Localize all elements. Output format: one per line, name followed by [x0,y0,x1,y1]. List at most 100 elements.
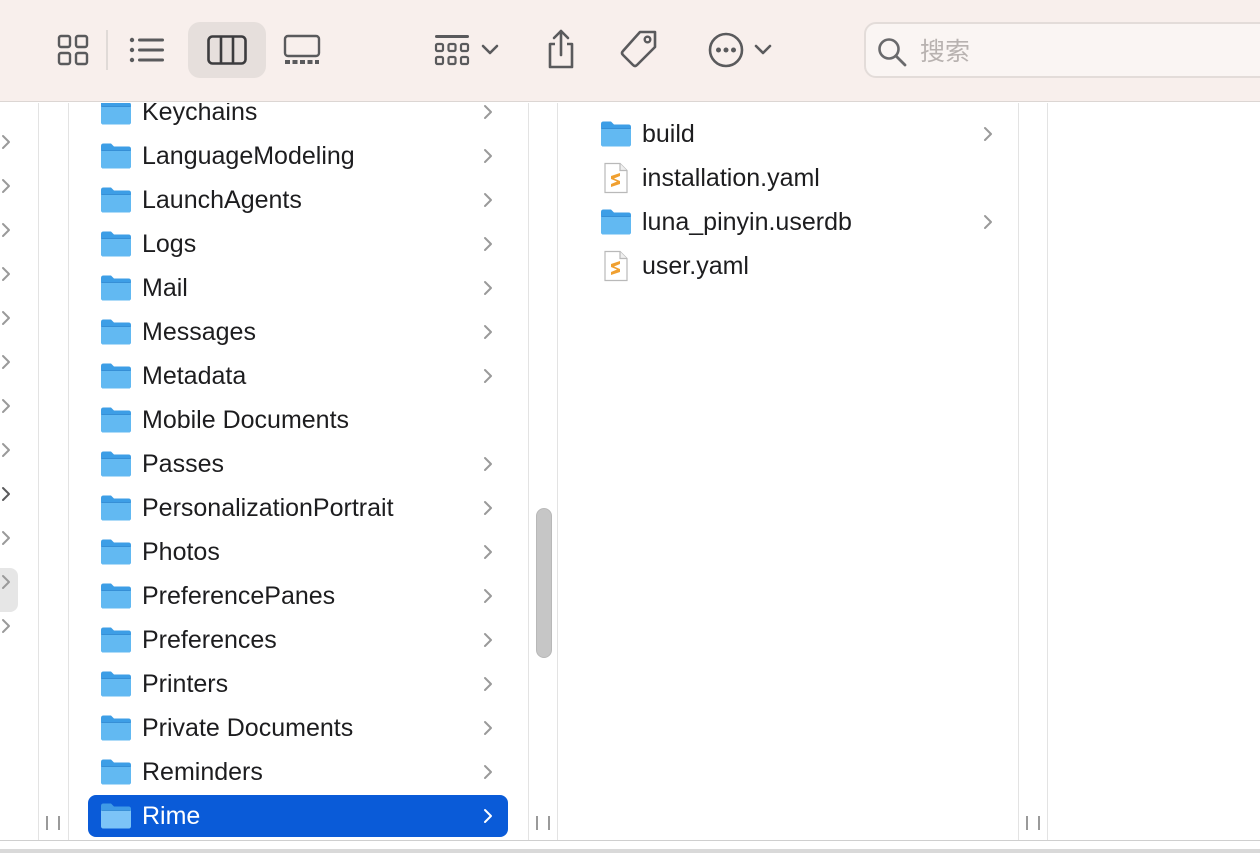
disclosure-indicator [478,673,498,695]
item-name: Keychains [142,103,258,126]
disclosure-indicator [978,123,998,145]
chevron-right-icon [2,619,10,633]
folder-row[interactable]: LaunchAgents [88,179,508,221]
folder-row[interactable]: Photos [88,531,508,573]
library-column-scrollbar[interactable] [536,508,552,658]
folder-row[interactable]: PreferencePanes [88,575,508,617]
item-name: Private Documents [142,713,354,742]
item-icon [100,317,132,347]
disclosure-indicator [478,409,498,431]
file-row[interactable]: installation.yaml [588,157,1008,199]
folder-row[interactable]: Metadata [88,355,508,397]
item-name: Metadata [142,361,247,390]
column-resize-handle[interactable] [46,816,60,834]
folder-row[interactable]: Messages [88,311,508,353]
folder-row[interactable]: luna_pinyin.userdb [588,201,1008,243]
chevron-right-icon [0,397,10,413]
disclosure-indicator [478,717,498,739]
folder-icon [101,319,131,345]
chevron-right-icon [484,193,492,207]
item-icon [100,141,132,171]
more-icon [708,32,744,68]
item-icon [100,669,132,699]
folder-row[interactable]: Printers [88,663,508,705]
chevron-right-icon [2,135,10,149]
chevron-right-icon [0,573,10,589]
folder-row[interactable]: Mobile Documents [88,399,508,441]
folder-icon [101,715,131,741]
disclosure-indicator [478,541,498,563]
more-actions-button[interactable] [700,26,780,74]
folder-row[interactable]: Preferences [88,619,508,661]
item-name: Photos [142,537,220,566]
item-icon [100,405,132,435]
item-icon [100,493,132,523]
column-resize-handle[interactable] [536,816,550,834]
folder-row[interactable]: Mail [88,267,508,309]
column-view-button[interactable] [188,22,266,78]
folder-row[interactable]: Keychains [88,103,508,133]
folder-row[interactable]: LanguageModeling [88,135,508,177]
folder-row[interactable]: Rime [88,795,508,837]
item-icon [100,801,132,831]
item-icon [100,537,132,567]
column-resize-handle[interactable] [1026,816,1040,834]
chevron-right-icon [0,529,10,545]
column-divider [68,103,69,840]
item-name: Reminders [142,757,263,786]
tag-button[interactable] [614,24,664,74]
item-name: Passes [142,449,224,478]
item-name: PersonalizationPortrait [142,493,394,522]
column-parent[interactable] [0,103,38,840]
disclosure-indicator [478,585,498,607]
folder-icon [101,671,131,697]
item-icon [600,250,632,282]
disclosure-indicator [478,277,498,299]
disclosure-indicator [478,365,498,387]
folder-row[interactable]: Reminders [88,751,508,793]
folder-icon [101,363,131,389]
folder-row[interactable]: Logs [88,223,508,265]
folder-row[interactable]: build [588,113,1008,155]
item-icon [100,449,132,479]
disclosure-indicator [478,103,498,123]
chevron-right-icon [2,355,10,369]
item-icon [600,162,632,194]
folder-icon [101,583,131,609]
search-field[interactable] [864,22,1260,78]
disclosure-indicator [478,629,498,651]
chevron-right-icon [484,501,492,515]
folder-icon [101,759,131,785]
folder-icon [601,209,631,235]
group-by-button[interactable] [426,26,506,74]
chevron-right-icon [484,589,492,603]
chevron-right-icon [484,677,492,691]
item-name: PreferencePanes [142,581,336,610]
folder-row[interactable]: Passes [88,443,508,485]
file-row[interactable]: user.yaml [588,245,1008,287]
folder-row[interactable]: PersonalizationPortrait [88,487,508,529]
chevron-right-icon [484,281,492,295]
column-rime[interactable]: build installation.yaml luna_pinyin.userdb… [558,103,1018,840]
item-name: LanguageModeling [142,141,355,170]
share-button[interactable] [538,24,584,74]
search-input[interactable] [918,34,1242,68]
disclosure-indicator [978,255,998,277]
item-icon [100,713,132,743]
gallery-view-button[interactable] [278,28,326,72]
list-view-button[interactable] [122,28,172,72]
disclosure-indicator [478,233,498,255]
item-icon [100,757,132,787]
disclosure-indicator [978,211,998,233]
yaml-file-icon [604,162,628,194]
icon-view-button[interactable] [50,28,96,72]
folder-row[interactable]: Private Documents [88,707,508,749]
tag-icon [620,30,657,68]
chevron-right-icon [2,575,10,589]
item-icon [600,207,632,237]
column-library[interactable]: Keychains LanguageModeling LaunchAgents Log… [68,103,528,840]
chevron-right-icon [484,369,492,383]
column-empty[interactable] [1048,103,1260,840]
item-name: luna_pinyin.userdb [642,207,852,236]
chevron-right-icon [2,311,10,325]
